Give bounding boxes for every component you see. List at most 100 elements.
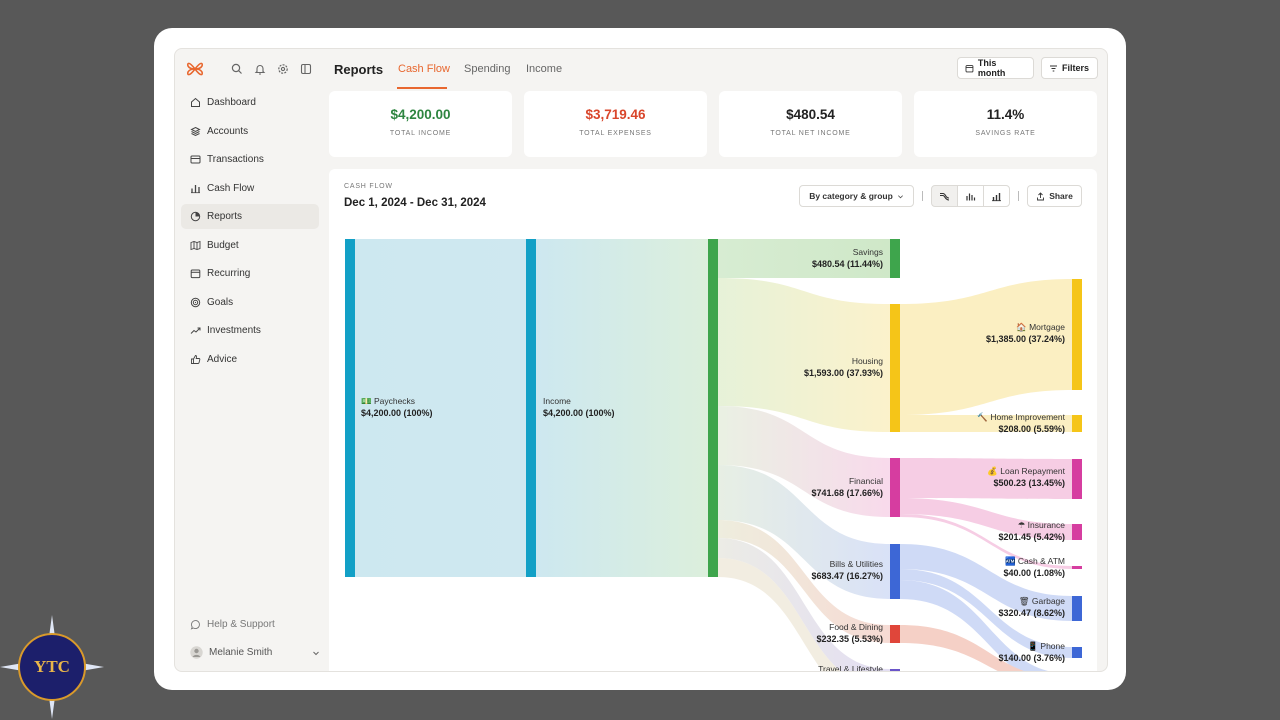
node-label-savings: Savings $480.54 (11.44%) bbox=[812, 246, 883, 270]
help-support-label: Help & Support bbox=[207, 619, 275, 630]
node-housing[interactable] bbox=[890, 304, 900, 432]
node-income[interactable] bbox=[526, 239, 536, 577]
sidebar-item-accounts[interactable]: Accounts bbox=[181, 119, 319, 144]
tab-income[interactable]: Income bbox=[526, 63, 562, 75]
node-label-cash-atm: 🏧 Cash & ATM $40.00 (1.08%) bbox=[1003, 555, 1065, 579]
tab-cash-flow[interactable]: Cash Flow bbox=[398, 63, 450, 75]
stat-label: TOTAL EXPENSES bbox=[579, 130, 652, 137]
calendar-icon bbox=[190, 269, 201, 279]
share-icon bbox=[1037, 191, 1045, 200]
node-bills[interactable] bbox=[890, 544, 900, 599]
node-label-phone: 📱 Phone $140.00 (3.76%) bbox=[998, 640, 1065, 664]
stat-card-total-income: $4,200.00 TOTAL INCOME bbox=[329, 91, 512, 157]
node-name: Savings bbox=[852, 247, 883, 257]
stat-label: SAVINGS RATE bbox=[975, 130, 1036, 137]
this-month-button[interactable]: This month bbox=[957, 57, 1034, 79]
node-amount: $140.00 (3.76%) bbox=[998, 653, 1065, 663]
node-income-total[interactable] bbox=[708, 239, 718, 577]
node-label-financial: Financial $741.68 (17.66%) bbox=[811, 475, 883, 499]
sidebar-item-dashboard[interactable]: Dashboard bbox=[181, 90, 319, 115]
home-icon bbox=[191, 97, 200, 107]
filters-button[interactable]: Filters bbox=[1041, 57, 1098, 79]
stat-value: $4,200.00 bbox=[390, 107, 451, 122]
sidebar-item-label: Recurring bbox=[207, 268, 251, 279]
gear-icon[interactable] bbox=[276, 62, 290, 76]
node-financial[interactable] bbox=[890, 458, 900, 517]
user-menu[interactable]: Melanie Smith bbox=[181, 640, 319, 665]
sankey-icon bbox=[940, 192, 950, 201]
node-amount: $480.54 (11.44%) bbox=[811, 259, 883, 269]
active-tab-indicator bbox=[397, 87, 447, 89]
node-food[interactable] bbox=[890, 625, 900, 643]
tab-spending[interactable]: Spending bbox=[464, 63, 511, 75]
node-loan-repayment[interactable] bbox=[1072, 459, 1082, 499]
calendar-icon bbox=[965, 64, 974, 72]
share-button[interactable]: Share bbox=[1027, 185, 1082, 207]
avatar bbox=[190, 646, 203, 659]
node-amount: $1,385.00 (37.24%) bbox=[985, 334, 1065, 344]
node-paychecks[interactable] bbox=[345, 239, 355, 577]
node-name: Bills & Utilities bbox=[829, 559, 883, 569]
node-name: 🏧 Cash & ATM bbox=[1004, 556, 1065, 566]
section-label: CASH FLOW bbox=[344, 183, 393, 190]
trend-icon bbox=[190, 327, 201, 334]
sidebar-toggle-icon[interactable] bbox=[299, 62, 313, 76]
node-name: Food & Dining bbox=[829, 622, 883, 632]
search-icon[interactable] bbox=[230, 62, 244, 76]
layers-icon bbox=[190, 126, 201, 137]
node-amount: $40.00 (1.08%) bbox=[1003, 568, 1065, 578]
node-phone[interactable] bbox=[1072, 647, 1082, 658]
node-cash-atm[interactable] bbox=[1072, 566, 1082, 569]
sidebar-item-advice[interactable]: Advice bbox=[181, 347, 319, 372]
chat-icon bbox=[190, 620, 200, 630]
help-support-link[interactable]: Help & Support bbox=[181, 612, 319, 637]
node-home-improvement[interactable] bbox=[1072, 415, 1082, 432]
bell-icon[interactable] bbox=[253, 62, 267, 76]
sidebar-item-goals[interactable]: Goals bbox=[181, 290, 319, 315]
page-title: Reports bbox=[334, 62, 384, 77]
watermark-text: YTC bbox=[34, 657, 70, 676]
node-name: 🏠 Mortgage bbox=[1016, 322, 1065, 332]
sidebar-item-transactions[interactable]: Transactions bbox=[181, 147, 319, 172]
node-savings[interactable] bbox=[890, 239, 900, 278]
cash-flow-panel: CASH FLOW Dec 1, 2024 - Dec 31, 2024 By … bbox=[329, 169, 1097, 672]
group-by-dropdown[interactable]: By category & group bbox=[799, 185, 914, 207]
chevron-down-icon bbox=[313, 651, 319, 655]
map-icon bbox=[190, 240, 201, 251]
filter-icon bbox=[1050, 65, 1057, 71]
chevron-down-icon bbox=[897, 194, 903, 198]
stacked-view-button[interactable] bbox=[983, 185, 1010, 207]
node-amount: $4,200.00 (100%) bbox=[361, 408, 433, 418]
sankey-view-button[interactable] bbox=[931, 185, 958, 207]
node-insurance[interactable] bbox=[1072, 524, 1082, 540]
node-name: Income bbox=[543, 396, 571, 406]
sidebar-item-label: Dashboard bbox=[207, 97, 256, 108]
node-mortgage[interactable] bbox=[1072, 279, 1082, 390]
sidebar-item-reports[interactable]: Reports bbox=[181, 204, 319, 229]
node-label-loan-repayment: 💰 Loan Repayment $500.23 (13.45%) bbox=[987, 465, 1065, 489]
node-travel[interactable] bbox=[890, 669, 900, 672]
node-label-food: Food & Dining $232.35 (5.53%) bbox=[816, 621, 883, 645]
app-window: Reports Cash Flow Spending Income This m… bbox=[174, 48, 1108, 672]
node-name: 🔨 Home Improvement bbox=[977, 412, 1065, 422]
sidebar-item-investments[interactable]: Investments bbox=[181, 318, 319, 343]
sidebar-item-recurring[interactable]: Recurring bbox=[181, 261, 319, 286]
node-name: Travel & Lifestyle bbox=[818, 664, 883, 672]
node-label-home-improvement: 🔨 Home Improvement $208.00 (5.59%) bbox=[977, 411, 1065, 435]
stat-value: $3,719.46 bbox=[585, 107, 646, 122]
node-garbage[interactable] bbox=[1072, 596, 1082, 621]
bar-chart-icon bbox=[966, 193, 976, 200]
node-amount: $683.47 (16.27%) bbox=[811, 571, 883, 581]
bar-view-button[interactable] bbox=[957, 185, 984, 207]
sidebar-item-cash-flow[interactable]: Cash Flow bbox=[181, 176, 319, 201]
pie-icon bbox=[190, 211, 201, 222]
sidebar-item-budget[interactable]: Budget bbox=[181, 233, 319, 258]
node-label-bills: Bills & Utilities $683.47 (16.27%) bbox=[811, 558, 883, 582]
ytc-watermark-logo: YTC bbox=[0, 615, 104, 719]
stat-value: 11.4% bbox=[986, 107, 1025, 122]
node-amount: $208.00 (5.59%) bbox=[998, 424, 1065, 434]
thumbs-up-icon bbox=[191, 355, 201, 364]
node-amount: $320.47 (8.62%) bbox=[998, 608, 1065, 618]
sidebar-item-label: Budget bbox=[207, 240, 239, 251]
sidebar-item-label: Goals bbox=[207, 297, 234, 308]
